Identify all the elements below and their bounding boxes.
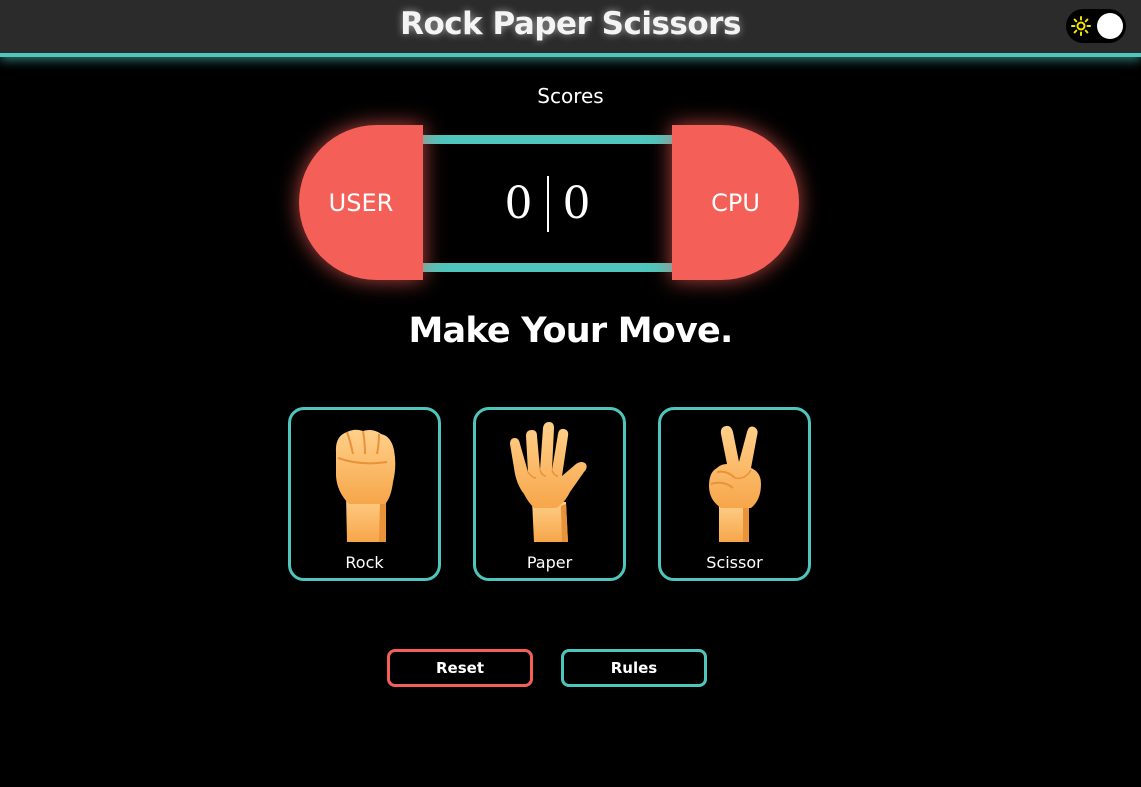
scoreboard-bottom-bar xyxy=(423,263,672,272)
victory-hand-icon xyxy=(709,425,761,542)
scoreboard: USER 0 0 CPU xyxy=(299,125,799,280)
cpu-score-pill: CPU xyxy=(672,125,799,280)
rock-button[interactable]: Rock xyxy=(288,407,441,581)
toggle-knob xyxy=(1097,13,1123,39)
theme-toggle[interactable] xyxy=(1066,9,1126,43)
cpu-score: 0 xyxy=(562,178,591,229)
rules-button[interactable]: Rules xyxy=(561,649,707,687)
scissor-label: Scissor xyxy=(706,553,763,572)
scores-label: Scores xyxy=(537,84,604,108)
fist-icon xyxy=(335,429,396,542)
scoreboard-top-bar xyxy=(423,135,672,144)
reset-button[interactable]: Reset xyxy=(387,649,533,687)
scissor-button[interactable]: Scissor xyxy=(658,407,811,581)
user-score: 0 xyxy=(504,178,533,229)
open-hand-icon xyxy=(510,422,587,542)
app-title: Rock Paper Scissors xyxy=(400,6,741,42)
app-header: Rock Paper Scissors xyxy=(0,0,1141,57)
score-divider xyxy=(546,175,549,232)
move-prompt: Make Your Move. xyxy=(408,311,734,351)
score-display: 0 0 xyxy=(423,144,672,263)
paper-button[interactable]: Paper xyxy=(473,407,626,581)
cpu-label: CPU xyxy=(711,188,760,217)
rock-label: Rock xyxy=(345,553,384,572)
user-label: USER xyxy=(328,188,394,217)
sun-icon xyxy=(1071,16,1091,36)
user-score-pill: USER xyxy=(299,125,423,280)
paper-label: Paper xyxy=(526,553,573,572)
